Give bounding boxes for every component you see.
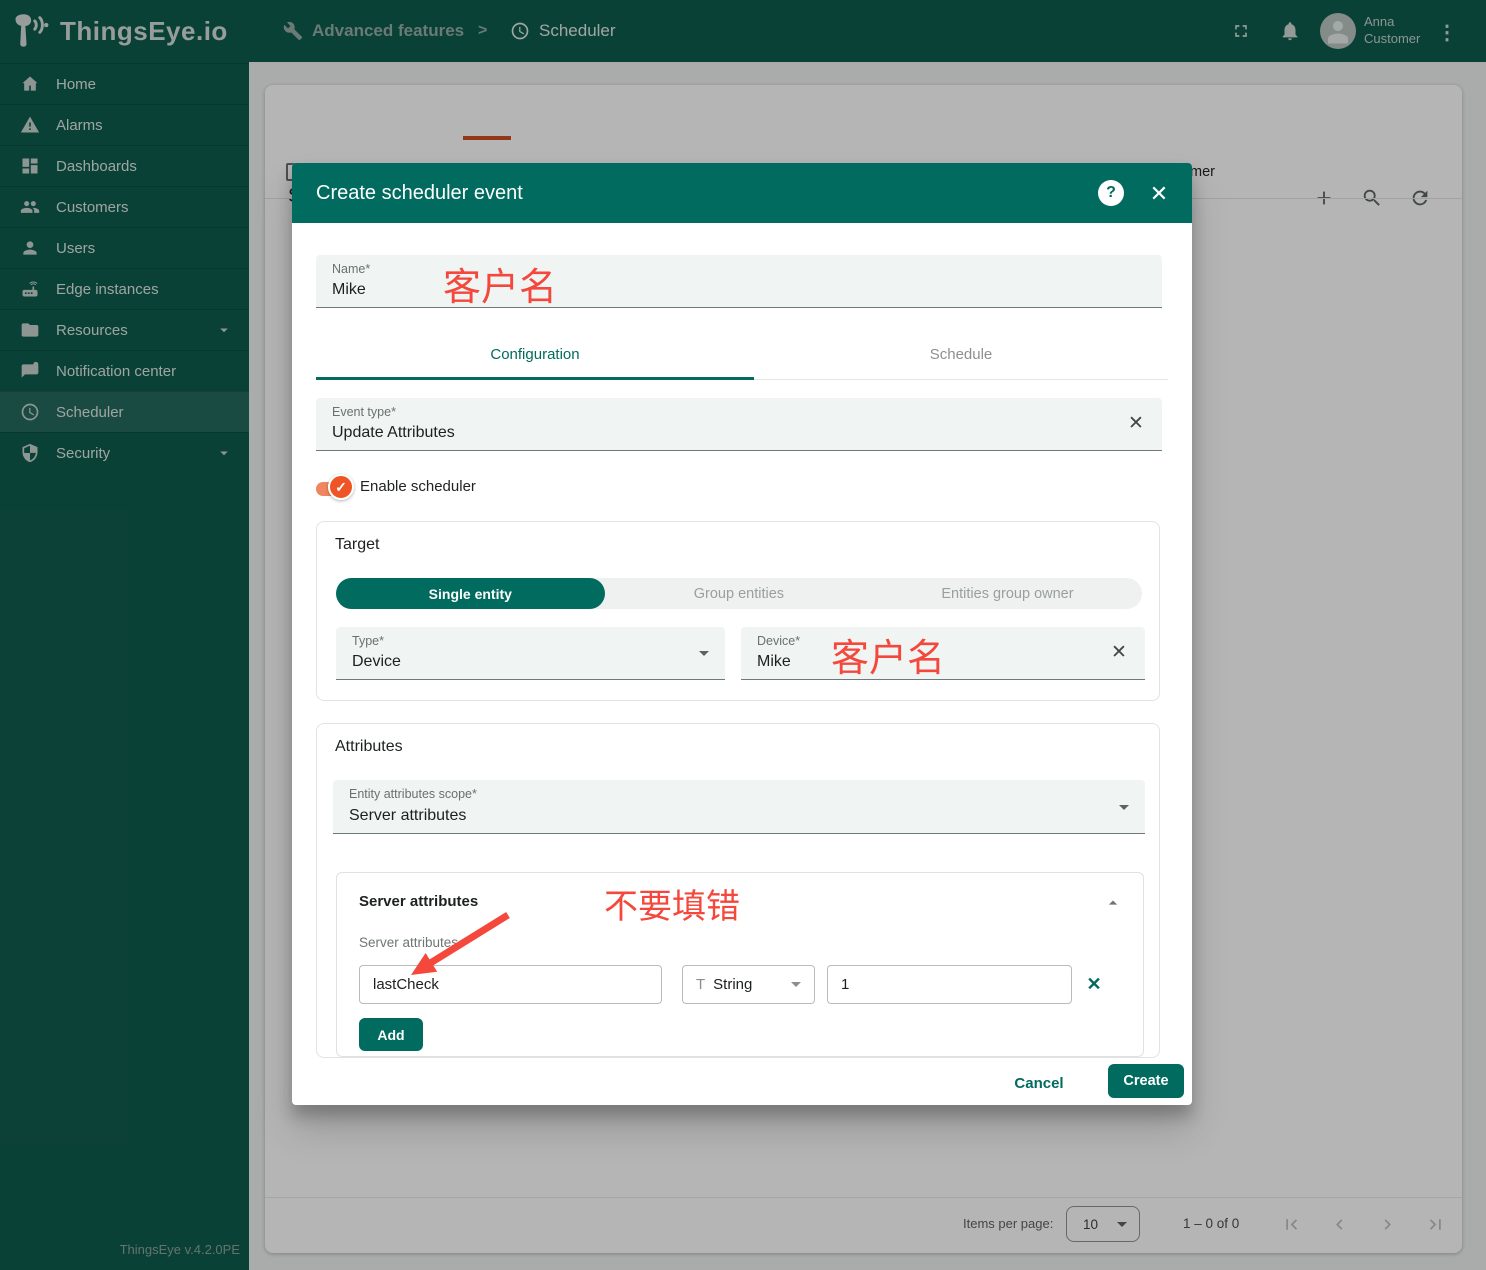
clear-icon[interactable]: ✕	[1124, 412, 1148, 436]
field-value: Mike	[332, 281, 366, 299]
cancel-button[interactable]: Cancel	[1006, 1071, 1072, 1097]
create-scheduler-event-dialog: Create scheduler event ? ✕ Name* Mike Co…	[292, 163, 1192, 1105]
screen: ThingsEye.io Advanced features > Schedul…	[0, 0, 1486, 1270]
dialog-header: Create scheduler event ? ✕	[292, 163, 1192, 223]
target-type-segmented-control: Single entity Group entities Entities gr…	[336, 578, 1142, 609]
annotation-arrow	[382, 898, 542, 998]
annotation-customer-name: 客户名	[443, 256, 557, 311]
field-label: Entity attributes scope*	[349, 787, 477, 801]
field-label: Name*	[332, 262, 370, 276]
field-value: Device	[352, 653, 401, 671]
field-label: Event type*	[332, 405, 396, 419]
attribute-type-select[interactable]: T String	[682, 965, 815, 1004]
chevron-up-icon[interactable]	[1103, 893, 1123, 913]
segment-single-entity[interactable]: Single entity	[336, 578, 605, 609]
help-icon[interactable]: ?	[1098, 180, 1124, 206]
field-value: Update Attributes	[332, 424, 455, 442]
close-icon[interactable]: ✕	[1144, 179, 1174, 209]
enable-scheduler-label: Enable scheduler	[360, 477, 476, 497]
annotation-customer-name-device: 客户名	[831, 627, 945, 682]
segment-entities-group-owner[interactable]: Entities group owner	[873, 578, 1142, 609]
entity-attributes-scope-select[interactable]: Entity attributes scope* Server attribut…	[333, 780, 1145, 834]
field-label: Device*	[757, 634, 800, 648]
segment-group-entities[interactable]: Group entities	[605, 578, 874, 609]
attributes-heading: Attributes	[335, 738, 403, 756]
toggle-thumb-check-icon[interactable]: ✓	[328, 474, 354, 500]
annotation-do-not-mistype: 不要填错	[604, 879, 740, 928]
field-value: Mike	[757, 653, 791, 671]
tab-schedule[interactable]: Schedule	[754, 330, 1168, 379]
delete-attribute-icon[interactable]: ✕	[1079, 965, 1109, 1004]
event-type-field[interactable]: Event type* Update Attributes ✕	[316, 398, 1162, 451]
add-attribute-button[interactable]: Add	[359, 1018, 423, 1051]
target-section: Target Single entity Group entities Enti…	[316, 521, 1160, 701]
dialog-title: Create scheduler event	[316, 163, 523, 223]
chevron-down-icon	[699, 651, 709, 661]
create-button[interactable]: Create	[1108, 1064, 1184, 1098]
field-label: Type*	[352, 634, 384, 648]
chevron-down-icon	[1119, 805, 1129, 815]
active-tab-indicator	[316, 377, 754, 380]
target-heading: Target	[335, 536, 379, 554]
entity-type-select[interactable]: Type* Device	[336, 627, 725, 680]
tab-configuration[interactable]: Configuration	[316, 330, 754, 379]
text-type-icon: T	[696, 976, 705, 993]
attribute-value-input[interactable]: 1	[827, 965, 1072, 1004]
field-value: Server attributes	[349, 807, 466, 825]
clear-icon[interactable]: ✕	[1107, 641, 1131, 665]
chevron-down-icon	[791, 982, 801, 992]
